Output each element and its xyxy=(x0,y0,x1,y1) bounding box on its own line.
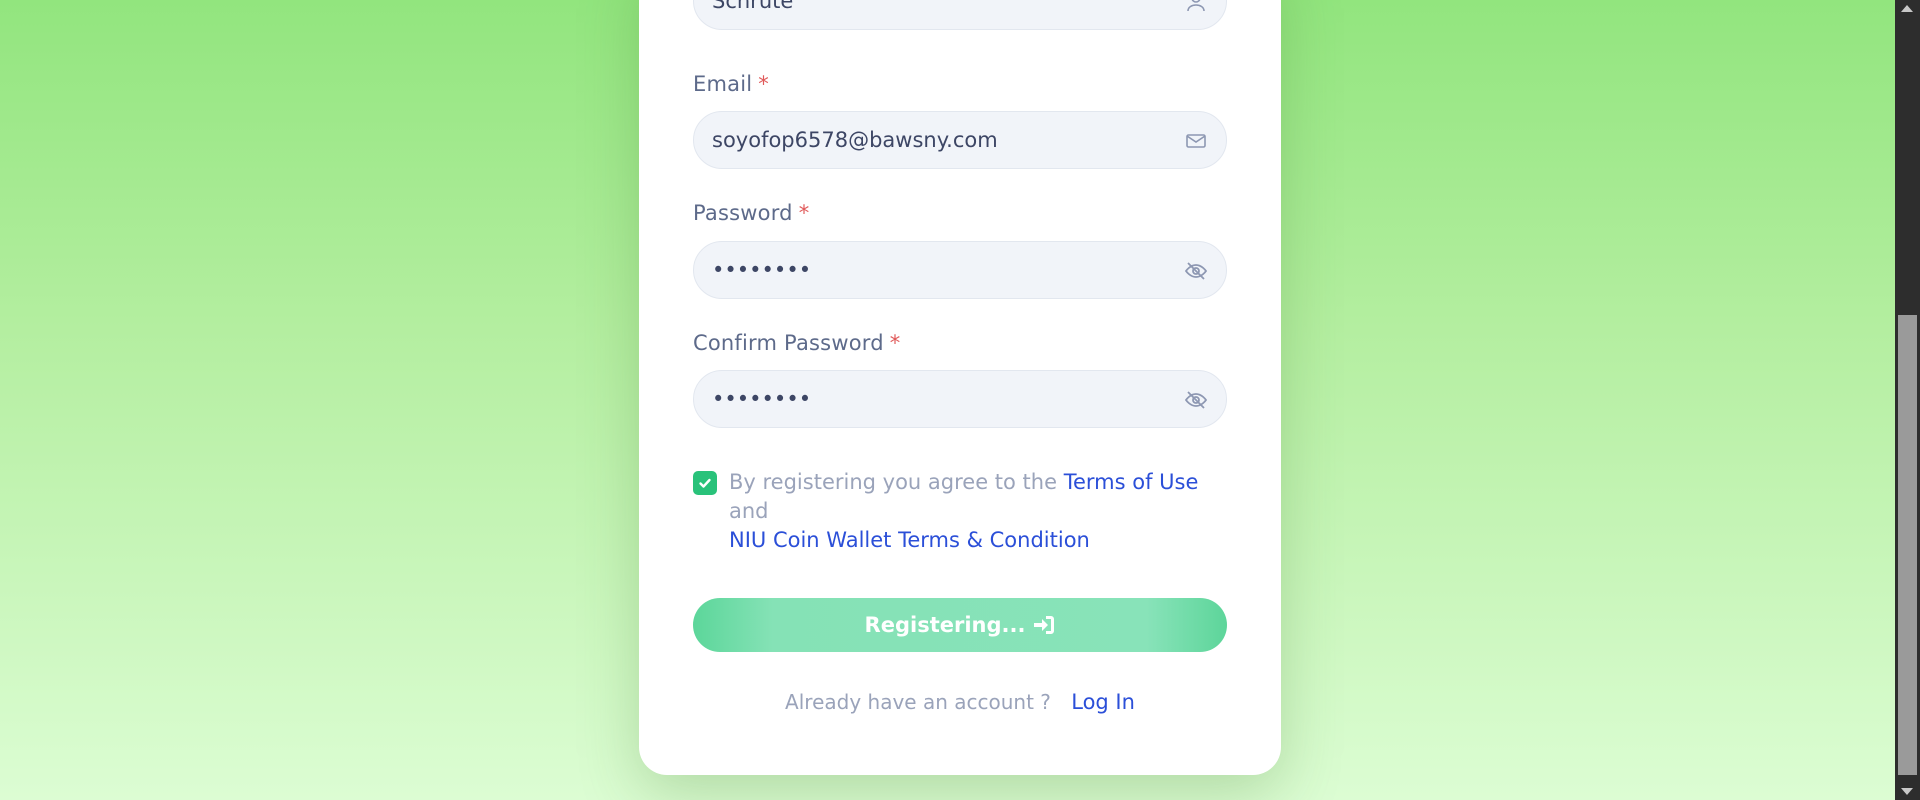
password-field[interactable] xyxy=(693,241,1227,299)
email-input[interactable] xyxy=(712,112,1152,168)
email-label: Email * xyxy=(693,72,769,96)
terms-checkbox[interactable] xyxy=(693,471,717,495)
last-name-field[interactable] xyxy=(693,0,1227,30)
scrollbar[interactable] xyxy=(1895,0,1920,800)
login-prompt-row: Already have an account ? Log In xyxy=(639,690,1281,714)
email-field[interactable] xyxy=(693,111,1227,169)
scroll-down-button[interactable] xyxy=(1895,783,1920,800)
check-icon xyxy=(699,478,711,488)
sign-in-icon xyxy=(1034,616,1055,634)
last-name-input[interactable] xyxy=(712,0,1152,29)
login-prompt: Already have an account ? xyxy=(785,690,1051,714)
confirm-password-label: Confirm Password * xyxy=(693,331,901,355)
terms-of-use-link[interactable]: Terms of Use xyxy=(1064,470,1199,494)
register-button-label: Registering... xyxy=(864,613,1026,637)
mail-icon xyxy=(1184,129,1208,153)
register-button[interactable]: Registering... xyxy=(693,598,1227,652)
eye-off-icon[interactable] xyxy=(1184,388,1208,412)
terms-text: By registering you agree to the Terms of… xyxy=(729,468,1229,555)
user-icon xyxy=(1184,0,1208,14)
password-input[interactable] xyxy=(712,242,1152,298)
confirm-password-input[interactable] xyxy=(712,371,1152,427)
wallet-terms-link[interactable]: NIU Coin Wallet Terms & Condition xyxy=(729,528,1090,552)
eye-off-icon[interactable] xyxy=(1184,259,1208,283)
register-card: Email* Password* Confirm Password* xyxy=(639,0,1281,775)
scroll-up-button[interactable] xyxy=(1895,0,1920,17)
scroll-thumb[interactable] xyxy=(1898,315,1917,775)
required-marker: * xyxy=(758,72,769,96)
login-link[interactable]: Log In xyxy=(1071,690,1135,714)
confirm-password-field[interactable] xyxy=(693,370,1227,428)
terms-prefix: By registering you agree to the xyxy=(729,470,1058,494)
terms-middle: and xyxy=(729,499,769,523)
password-label: Password * xyxy=(693,201,810,225)
required-marker: * xyxy=(889,331,901,355)
required-marker: * xyxy=(798,201,810,225)
